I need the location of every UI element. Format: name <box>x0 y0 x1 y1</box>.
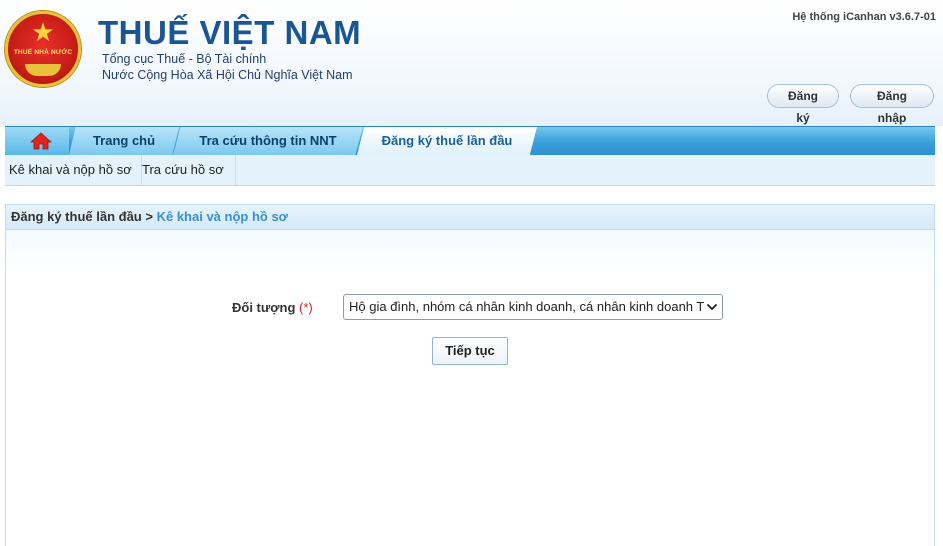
sub-nav: Kê khai và nộp hồ sơ Tra cứu hồ sơ <box>5 155 935 186</box>
panel-band <box>6 230 934 276</box>
breadcrumb-current: Kê khai và nộp hồ sơ <box>156 209 288 224</box>
breadcrumb-separator: > <box>145 209 153 224</box>
continue-button[interactable]: Tiếp tục <box>432 337 508 365</box>
site-header: ★ THUẾ NHÀ NƯỚC THUẾ VIỆT NAM Tổng cục T… <box>0 0 943 126</box>
doi-tuong-selected-value: Hộ gia đình, nhóm cá nhân kinh doanh, cá… <box>349 299 705 314</box>
gear-icon <box>25 64 61 76</box>
site-subtitle-ministry: Tổng cục Thuế - Bộ Tài chính <box>102 52 267 66</box>
login-button[interactable]: Đăng nhập <box>850 84 934 125</box>
home-icon <box>30 132 52 150</box>
register-button[interactable]: Đăng ký <box>767 84 839 125</box>
logo-text: THUẾ NHÀ NƯỚC <box>13 49 73 56</box>
doi-tuong-select[interactable]: Hộ gia đình, nhóm cá nhân kinh doanh, cá… <box>343 294 723 320</box>
nav-tab-home[interactable]: Trang chủ <box>69 127 179 155</box>
breadcrumb-parent[interactable]: Đăng ký thuế lần đầu <box>11 209 142 224</box>
doi-tuong-label-text: Đối tượng <box>232 300 296 315</box>
chevron-down-icon <box>706 303 718 311</box>
tax-emblem-logo: ★ THUẾ NHÀ NƯỚC <box>5 11 81 87</box>
site-title: THUẾ VIỆT NAM <box>98 14 362 51</box>
nav-tab-first-registration[interactable]: Đăng ký thuế lần đầu <box>357 127 537 155</box>
system-version: Hệ thống iCanhan v3.6.7-01 <box>792 11 936 23</box>
nav-home[interactable] <box>5 127 69 155</box>
content-panel: Đăng ký thuế lần đầu > Kê khai và nộp hồ… <box>5 204 935 546</box>
star-icon: ★ <box>31 18 55 48</box>
breadcrumb: Đăng ký thuế lần đầu > Kê khai và nộp hồ… <box>6 205 934 230</box>
required-marker: (*) <box>299 300 313 315</box>
subnav-item-lookup-dossier[interactable]: Tra cứu hồ sơ <box>138 155 236 185</box>
nav-tab-lookup-taxpayer[interactable]: Tra cứu thông tin NNT <box>173 127 363 155</box>
site-subtitle-country: Nước Cộng Hòa Xã Hội Chủ Nghĩa Việt Nam <box>102 68 353 82</box>
main-nav: Trang chủ Tra cứu thông tin NNT Đăng ký … <box>5 126 935 155</box>
doi-tuong-label: Đối tượng (*) <box>232 300 313 315</box>
subnav-item-declare-submit[interactable]: Kê khai và nộp hồ sơ <box>5 155 142 185</box>
